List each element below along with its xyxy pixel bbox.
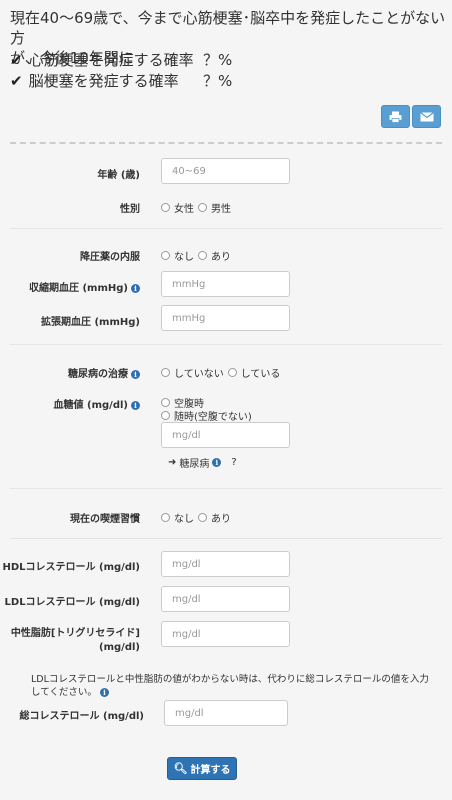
radio-icon[interactable] (161, 251, 170, 260)
sex-option-male-label: 男性 (211, 204, 231, 215)
dbp-label: 拡張期血圧 (mmHg) (41, 317, 140, 328)
section-divider (10, 142, 442, 144)
radio-icon[interactable] (198, 513, 207, 522)
smoking-option-no[interactable]: なし (161, 510, 194, 525)
radio-icon[interactable] (161, 411, 170, 420)
sbp-input[interactable]: mmHg (161, 271, 290, 297)
intro-line-1: 現在40〜69歳で、今まで心筋梗塞･脳卒中を発症したことがない方 (10, 9, 446, 47)
tg-label-line-2: (mg/dl) (99, 642, 140, 653)
radio-icon[interactable] (161, 513, 170, 522)
email-button[interactable] (412, 105, 441, 128)
tg-label-line-1: 中性脂肪[トリグリセライド] (10, 628, 140, 639)
calculate-button-label: 計算する (190, 765, 231, 776)
diabetes-result-value: ? (231, 457, 237, 468)
diabetes-tx-radio-group: していない している (161, 365, 284, 380)
info-icon[interactable]: i (131, 369, 140, 379)
tg-label: 中性脂肪[トリグリセライド] (mg/dl) (0, 627, 140, 655)
age-input[interactable]: 40~69 (161, 158, 290, 184)
age-label: 年齢 (歳) (97, 170, 140, 181)
tg-input[interactable]: mg/dl (161, 621, 290, 647)
diabetes-result-label: 糖尿病 (179, 459, 210, 470)
sbp-label: 収縮期血圧 (mmHg) (29, 283, 128, 294)
radio-icon[interactable] (161, 203, 170, 212)
divider (10, 538, 442, 539)
sex-option-male[interactable]: 男性 (198, 200, 231, 215)
smoking-label: 現在の喫煙習慣 (70, 514, 140, 525)
info-icon[interactable]: i (99, 688, 109, 697)
divider (10, 488, 442, 489)
search-icon: 🔍︎ (173, 762, 188, 775)
bp-med-option-no[interactable]: なし (161, 248, 194, 263)
ldl-label: LDLコレステロール (mg/dl) (4, 597, 140, 608)
radio-icon[interactable] (198, 251, 207, 260)
dbp-input[interactable]: mmHg (161, 305, 290, 331)
print-icon (389, 111, 402, 123)
bp-med-option-yes-label: あり (211, 252, 231, 263)
info-icon[interactable]: i (131, 283, 140, 293)
bp-med-option-yes[interactable]: あり (198, 248, 231, 263)
smoking-option-no-label: なし (174, 514, 194, 525)
info-icon[interactable]: i (212, 458, 222, 467)
bp-med-label: 降圧薬の内服 (80, 252, 140, 263)
result-stroke-label: 脳梗塞を発症する確率 (28, 72, 179, 90)
result-mi-value: ？% (203, 51, 233, 69)
divider (10, 228, 442, 229)
ldl-input[interactable]: mg/dl (161, 586, 290, 612)
smoking-radio-group: なし あり (161, 510, 235, 525)
diabetes-result: ➜ 糖尿病 i ? (168, 455, 237, 470)
result-mi: ✔ 心筋梗塞を発症する確率 (10, 50, 194, 70)
glucose-option-random-label: 随時(空腹でない) (174, 412, 252, 423)
bp-med-radio-group: なし あり (161, 248, 235, 263)
sex-label: 性別 (120, 204, 140, 215)
sbp-label-row: 収縮期血圧 (mmHg) i (0, 279, 140, 294)
info-icon[interactable]: i (131, 400, 140, 410)
diabetes-tx-label-row: 糖尿病の治療 i (0, 365, 140, 380)
smoking-option-yes[interactable]: あり (198, 510, 231, 525)
hdl-label: HDLコレステロール (mg/dl) (2, 562, 140, 573)
total-chol-note: LDLコレステロールと中性脂肪の値がわからない時は、代わりに総コレステロールの値… (31, 673, 436, 699)
result-stroke-value: ？% (203, 72, 233, 90)
sex-radio-group: 女性 男性 (161, 200, 235, 215)
print-button[interactable] (381, 105, 410, 128)
radio-icon[interactable] (161, 398, 170, 407)
checkmark-icon: ✔ (10, 72, 23, 90)
hdl-input[interactable]: mg/dl (161, 551, 290, 577)
diabetes-tx-option-no[interactable]: していない (161, 365, 224, 380)
arrow-right-icon: ➜ (168, 457, 177, 468)
diabetes-tx-label: 糖尿病の治療 (68, 369, 128, 380)
checkmark-icon: ✔ (10, 51, 23, 69)
diabetes-tx-option-yes[interactable]: している (227, 365, 281, 380)
glucose-label: 血糖値 (mg/dl) (53, 400, 128, 411)
bp-med-option-no-label: なし (174, 252, 194, 263)
calculate-button[interactable]: 🔍︎ 計算する (167, 757, 237, 780)
radio-icon[interactable] (227, 368, 237, 377)
diabetes-tx-option-yes-label: している (240, 369, 281, 380)
smoking-option-yes-label: あり (211, 514, 231, 525)
total-chol-input[interactable]: mg/dl (164, 700, 288, 726)
total-chol-note-text: LDLコレステロールと中性脂肪の値がわからない時は、代わりに総コレステロールの値… (31, 674, 429, 698)
total-chol-label: 総コレステロール (mg/dl) (19, 711, 144, 722)
diabetes-tx-option-no-label: していない (174, 369, 224, 380)
sex-option-female[interactable]: 女性 (161, 200, 194, 215)
divider (10, 344, 442, 345)
glucose-option-random[interactable]: 随時(空腹でない) (161, 408, 252, 423)
radio-icon[interactable] (161, 368, 170, 377)
envelope-icon (419, 111, 434, 121)
result-mi-label: 心筋梗塞を発症する確率 (28, 51, 194, 69)
sex-option-female-label: 女性 (174, 204, 194, 215)
glucose-input[interactable]: mg/dl (161, 422, 290, 448)
result-stroke: ✔ 脳梗塞を発症する確率 (10, 71, 179, 91)
glucose-label-row: 血糖値 (mg/dl) i (0, 396, 140, 411)
radio-icon[interactable] (198, 203, 207, 212)
